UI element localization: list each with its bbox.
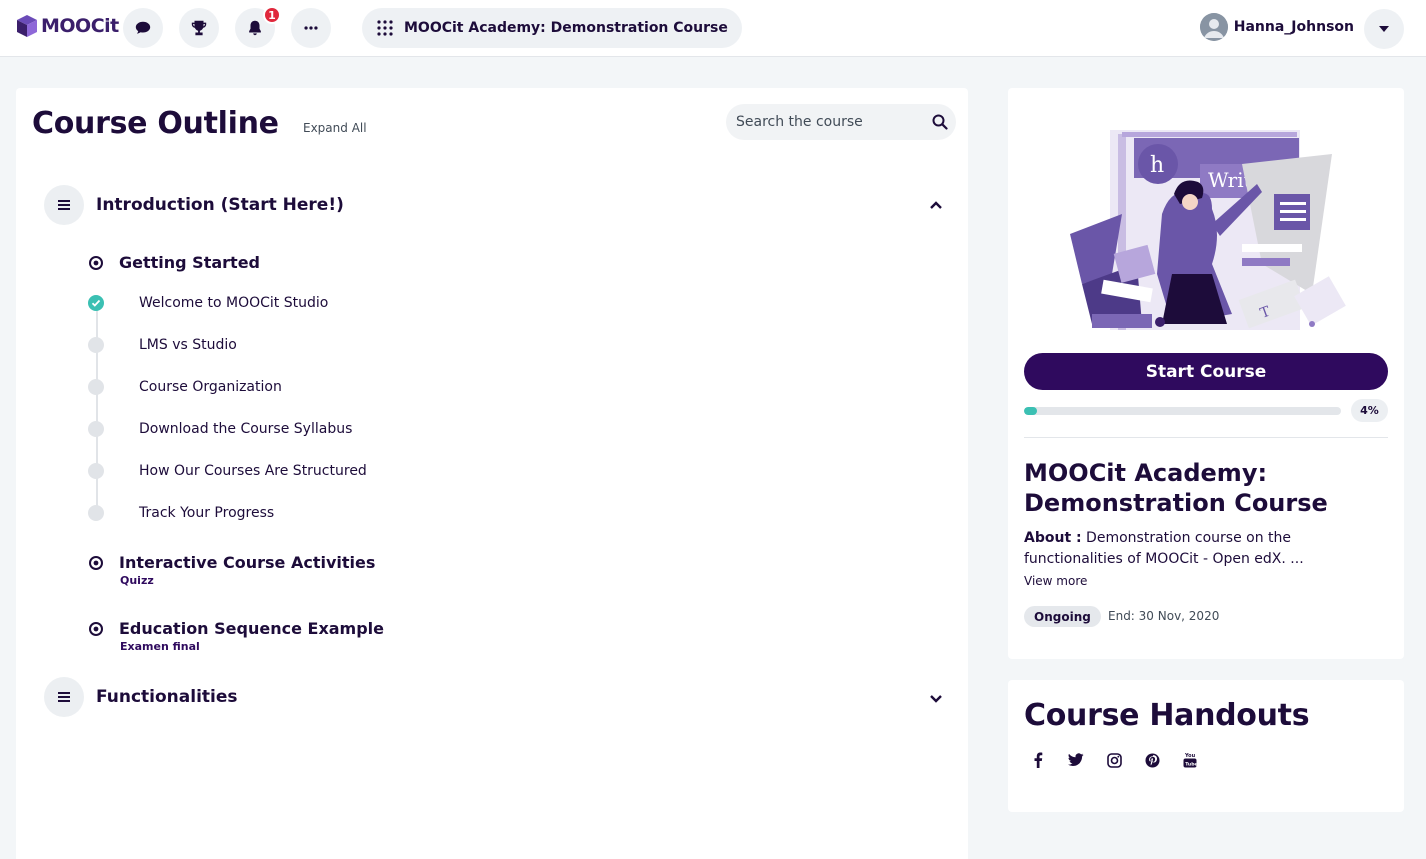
unit-item[interactable]: Download the Course Syllabus bbox=[88, 419, 352, 439]
subsection-education-sequence[interactable]: Education Sequence Example bbox=[88, 619, 384, 638]
unit-item[interactable]: How Our Courses Are Structured bbox=[88, 461, 367, 481]
notifications-button[interactable]: 1 bbox=[235, 6, 281, 48]
logo-cube-icon bbox=[17, 15, 37, 37]
course-switcher[interactable]: MOOCit Academy: Demonstration Course bbox=[362, 8, 742, 48]
social-links: You Tube bbox=[1030, 752, 1198, 768]
about-label: About : bbox=[1024, 530, 1082, 546]
course-name: MOOCit Academy: Demonstration Course bbox=[1024, 459, 1328, 517]
facebook-icon[interactable] bbox=[1030, 752, 1046, 768]
svg-text:Tube: Tube bbox=[1185, 762, 1197, 768]
chevron-up-icon[interactable] bbox=[928, 197, 944, 213]
notification-badge: 1 bbox=[263, 6, 281, 24]
subsection-note: Quizz bbox=[120, 574, 154, 587]
progress-percent: 4% bbox=[1351, 399, 1388, 422]
user-avatar-icon bbox=[1199, 13, 1228, 41]
unit-link[interactable]: Track Your Progress bbox=[139, 505, 274, 521]
end-date: End: 30 Nov, 2020 bbox=[1108, 609, 1220, 623]
unit-item[interactable]: Welcome to MOOCit Studio bbox=[88, 293, 328, 313]
incomplete-dot-icon bbox=[88, 505, 104, 521]
section-title: Functionalities bbox=[96, 687, 238, 707]
search-box bbox=[726, 104, 956, 140]
section-introduction[interactable]: Introduction (Start Here!) bbox=[44, 185, 944, 225]
check-icon bbox=[88, 295, 104, 311]
twitter-icon[interactable] bbox=[1068, 752, 1084, 768]
moocit-logo[interactable]: MOOCit bbox=[16, 14, 119, 38]
chevron-down-icon[interactable] bbox=[928, 691, 944, 707]
unit-item[interactable]: Track Your Progress bbox=[88, 503, 274, 523]
subsection-note: Examen final bbox=[120, 640, 200, 653]
incomplete-dot-icon bbox=[88, 337, 104, 353]
top-navbar: MOOCit 1 MOOCit Academy: Demonstration C… bbox=[0, 0, 1426, 57]
progress-bar bbox=[1024, 407, 1341, 415]
course-handouts-card: Course Handouts You Tube bbox=[1008, 680, 1404, 812]
grid-icon bbox=[377, 20, 393, 36]
unit-link[interactable]: Download the Course Syllabus bbox=[139, 421, 352, 437]
unit-item[interactable]: LMS vs Studio bbox=[88, 335, 237, 355]
handouts-title: Course Handouts bbox=[1024, 698, 1310, 733]
subsection-title: Interactive Course Activities bbox=[119, 553, 376, 572]
pinterest-icon[interactable] bbox=[1144, 752, 1160, 768]
incomplete-dot-icon bbox=[88, 463, 104, 479]
bell-icon bbox=[249, 20, 261, 36]
start-course-button[interactable]: Start Course bbox=[1024, 353, 1388, 390]
user-dropdown-button[interactable] bbox=[1364, 9, 1404, 49]
divider bbox=[1024, 437, 1388, 438]
target-icon bbox=[89, 621, 103, 636]
target-icon bbox=[89, 255, 103, 270]
section-title: Introduction (Start Here!) bbox=[96, 195, 344, 215]
user-name: Hanna_Johnson bbox=[1233, 19, 1354, 35]
course-outline-card: Course Outline Expand All Introduction (… bbox=[16, 88, 968, 859]
unit-item[interactable]: Course Organization bbox=[88, 377, 282, 397]
page-title: Course Outline bbox=[32, 106, 279, 141]
unit-link[interactable]: How Our Courses Are Structured bbox=[139, 463, 367, 479]
caret-down-icon bbox=[1379, 26, 1389, 32]
course-info-card: h Writing T Start Course 4% MOOCit Acade… bbox=[1008, 88, 1404, 659]
view-more-link[interactable]: View more bbox=[1024, 574, 1087, 588]
svg-text:You: You bbox=[1184, 753, 1196, 759]
avatar bbox=[1199, 13, 1228, 41]
section-functionalities[interactable]: Functionalities bbox=[44, 677, 944, 717]
subsection-interactive-activities[interactable]: Interactive Course Activities bbox=[88, 553, 375, 572]
ellipsis-icon bbox=[304, 26, 318, 30]
list-icon bbox=[44, 677, 84, 717]
unit-link[interactable]: LMS vs Studio bbox=[139, 337, 237, 353]
instagram-icon[interactable] bbox=[1106, 752, 1122, 768]
achievements-button[interactable] bbox=[179, 8, 219, 48]
incomplete-dot-icon bbox=[88, 379, 104, 395]
course-switcher-title: MOOCit Academy: Demonstration Course bbox=[404, 20, 728, 36]
messages-button[interactable] bbox=[123, 8, 163, 48]
course-hero-illustration: h Writing T bbox=[1070, 130, 1346, 330]
subsection-title: Education Sequence Example bbox=[119, 619, 385, 638]
unit-link[interactable]: Course Organization bbox=[139, 379, 282, 395]
expand-all-button[interactable]: Expand All bbox=[303, 121, 367, 135]
incomplete-dot-icon bbox=[88, 421, 104, 437]
svg-text:h: h bbox=[1150, 153, 1164, 178]
trophy-icon bbox=[191, 20, 207, 36]
progress-fill bbox=[1024, 407, 1037, 415]
subsection-title: Getting Started bbox=[119, 253, 260, 272]
logo-text: MOOCit bbox=[41, 15, 119, 37]
subsection-getting-started[interactable]: Getting Started bbox=[88, 253, 260, 272]
search-input[interactable] bbox=[736, 114, 926, 130]
status-badge: Ongoing bbox=[1024, 606, 1101, 627]
search-icon[interactable] bbox=[932, 114, 948, 130]
list-icon bbox=[44, 185, 84, 225]
user-menu[interactable]: Hanna_Johnson bbox=[1199, 13, 1354, 41]
target-icon bbox=[89, 555, 103, 570]
course-about: About : Demonstration course on the func… bbox=[1024, 528, 1388, 570]
unit-link[interactable]: Welcome to MOOCit Studio bbox=[139, 295, 328, 311]
youtube-icon[interactable]: You Tube bbox=[1182, 752, 1198, 768]
more-menu-button[interactable] bbox=[291, 8, 331, 48]
chat-icon bbox=[135, 21, 151, 34]
